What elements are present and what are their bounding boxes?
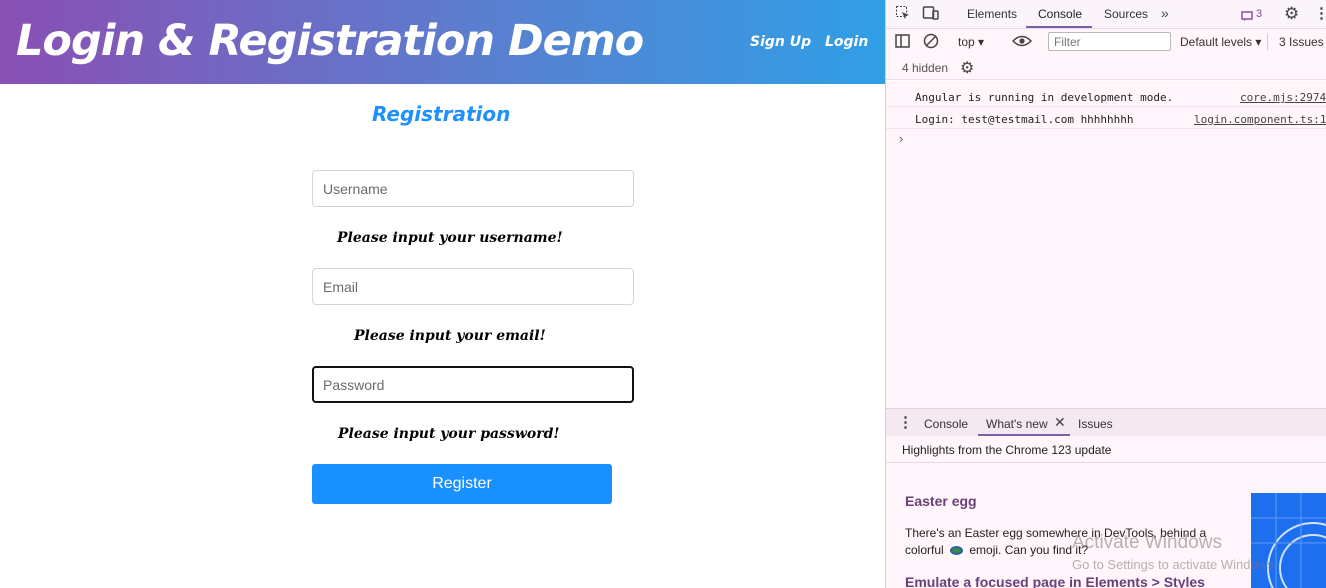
toolbar-divider: [1267, 34, 1268, 50]
tab-sources[interactable]: Sources: [1104, 7, 1148, 21]
filter-input[interactable]: [1048, 32, 1171, 51]
whats-new-panel: Highlights from the Chrome 123 update Ea…: [886, 436, 1326, 588]
hidden-messages-count: 4 hidden: [902, 61, 949, 75]
easter-egg-title[interactable]: Easter egg: [905, 493, 977, 509]
log-row: Angular is running in development mode. …: [886, 85, 1326, 107]
email-error: Please input your email!: [354, 328, 546, 344]
highlights-text: Highlights from the Chrome 123 update: [902, 443, 1112, 457]
kebab-menu-icon[interactable]: ⋮: [1314, 4, 1326, 22]
device-toolbar-icon[interactable]: [922, 5, 940, 24]
watermark-title: Activate Windows: [1072, 532, 1222, 553]
drawer-tab-console[interactable]: Console: [924, 417, 968, 431]
chevron-down-icon: ▾: [1255, 35, 1262, 49]
log-levels-select[interactable]: Default levels ▾: [1180, 35, 1261, 49]
nav-signup-link[interactable]: Sign Up: [750, 34, 811, 50]
username-input[interactable]: [312, 170, 634, 207]
windows-activation-watermark: Activate Windows Go to Settings to activ…: [1072, 532, 1277, 572]
log-message: Angular is running in development mode.: [915, 91, 1174, 104]
devtools-tabbar: Elements Console Sources » 3 ⚙ ⋮: [886, 0, 1326, 29]
log-message: Login: test@testmail.com hhhhhhhh: [915, 113, 1134, 126]
sidebar-toggle-icon[interactable]: [895, 34, 911, 52]
drawer-tabbar: ⋮ Console What's new ✕ Issues: [886, 408, 1326, 436]
drawer-divider: [886, 462, 1326, 463]
inspect-element-icon[interactable]: [895, 5, 911, 24]
password-input[interactable]: [312, 366, 634, 403]
easter-egg-text-end: emoji. Can you find it?: [969, 543, 1089, 557]
drawer-menu-icon[interactable]: ⋮: [898, 413, 913, 431]
console-prompt-icon[interactable]: ›: [899, 131, 903, 146]
context-select-value: top: [958, 35, 975, 49]
app-pane: Login & Registration Demo Sign Up Login …: [0, 0, 885, 588]
tab-elements[interactable]: Elements: [967, 7, 1017, 21]
log-levels-value: Default levels: [1180, 35, 1253, 49]
devtools-pane: Elements Console Sources » 3 ⚙ ⋮ top ▾ D…: [885, 0, 1326, 588]
log-source-link[interactable]: core.mjs:29749: [1240, 91, 1326, 104]
register-button[interactable]: Register: [312, 464, 612, 504]
context-select[interactable]: top ▾: [958, 35, 984, 49]
messages-icon[interactable]: [1241, 9, 1253, 25]
console-log: Angular is running in development mode. …: [886, 81, 1326, 408]
drawer-tab-issues[interactable]: Issues: [1078, 417, 1113, 431]
eye-icon[interactable]: [1011, 34, 1033, 51]
emulate-focused-title[interactable]: Emulate a focused page in Elements > Sty…: [905, 574, 1205, 588]
log-source-link[interactable]: login.component.ts:14: [1194, 113, 1326, 126]
log-row: Login: test@testmail.com hhhhhhhh login.…: [886, 107, 1326, 129]
app-header: Login & Registration Demo Sign Up Login: [0, 0, 885, 84]
chevron-down-icon: ▾: [978, 35, 985, 49]
easter-egg-text-colorful: colorful: [905, 543, 944, 557]
email-input[interactable]: [312, 268, 634, 305]
hidden-row: 4 hidden ⚙: [886, 55, 1326, 80]
nav-login-link[interactable]: Login: [825, 34, 868, 50]
settings-gear-icon[interactable]: ⚙: [1284, 4, 1299, 24]
password-error: Please input your password!: [338, 426, 560, 442]
console-toolbar: top ▾ Default levels ▾ 3 Issues: [886, 29, 1326, 55]
easter-egg-emoji-icon: [950, 546, 964, 556]
username-error: Please input your username!: [337, 230, 563, 246]
tab-console[interactable]: Console: [1038, 7, 1082, 21]
form-heading: Registration: [372, 102, 511, 126]
drawer-tab-whats-new[interactable]: What's new: [986, 417, 1048, 431]
watermark-subtitle: Go to Settings to activate Windows.: [1072, 557, 1278, 572]
close-icon[interactable]: ✕: [1054, 414, 1066, 431]
clear-console-icon[interactable]: [923, 33, 939, 52]
messages-count: 3: [1256, 8, 1263, 20]
console-settings-icon[interactable]: ⚙: [960, 58, 974, 78]
active-tab-indicator: [1026, 26, 1092, 28]
app-title: Login & Registration Demo: [16, 16, 644, 66]
more-tabs-icon[interactable]: »: [1161, 5, 1169, 21]
issues-count[interactable]: 3 Issues: [1279, 35, 1324, 49]
